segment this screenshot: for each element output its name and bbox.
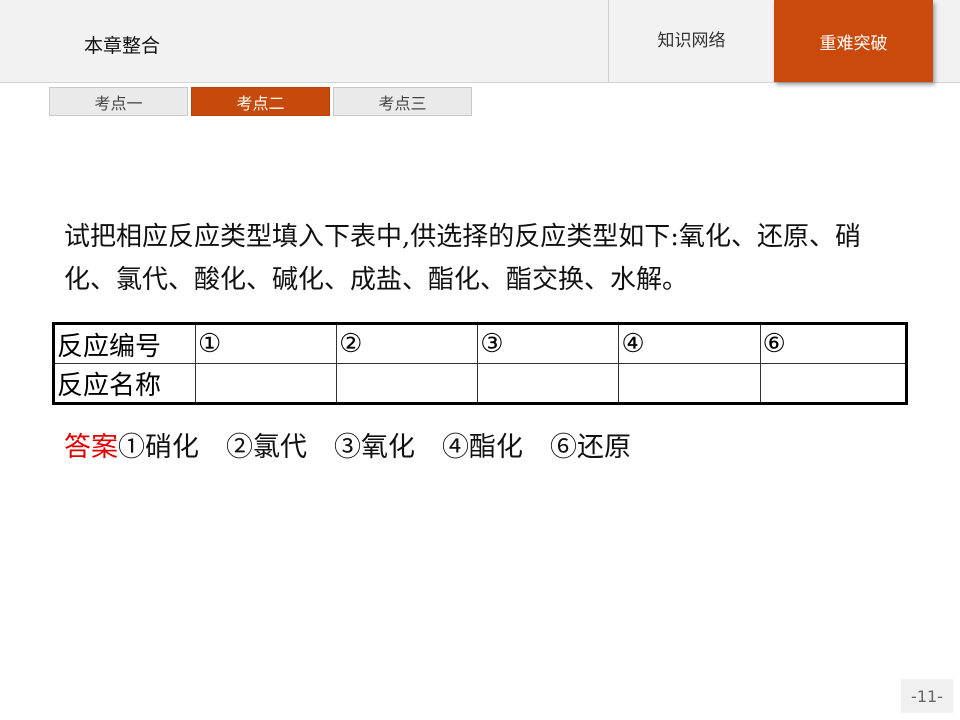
table-cell-name [759,363,907,404]
answer-text: ①硝化 ②氯代 ③氧化 ④酯化 ⑥还原 [118,432,631,463]
reaction-table: 反应编号 ① ② ③ ④ ⑥ 反应名称 [52,322,908,405]
table-row-header: 反应名称 [53,363,196,404]
table-cell-name [618,363,761,404]
chapter-title: 本章整合 [84,35,161,57]
nav-tab-key-difficulties[interactable]: 重难突破 [774,0,933,82]
table-cell-name [477,363,620,404]
page-number: -11- [901,679,953,713]
answer-label: 答案 [64,432,118,463]
table-cell-number: ③ [477,323,620,364]
question-text: 试把相应反应类型填入下表中,供选择的反应类型如下:氧化、还原、硝化、氯代、酸化、… [64,222,862,295]
table-row: 反应名称 [53,363,907,404]
table-cell-number: ⑥ [759,323,907,364]
table-row-header: 反应编号 [53,323,196,364]
table-row: 反应编号 ① ② ③ ④ ⑥ [53,323,907,364]
table-cell-name [194,363,338,404]
subtab-point-2[interactable]: 考点二 [191,87,330,116]
nav-tab-knowledge-network[interactable]: 知识网络 [609,0,774,82]
header-bar: 本章整合 知识网络 重难突破 [0,0,960,83]
table-cell-number: ④ [618,323,761,364]
table-cell-name [336,363,479,404]
table-cell-number: ① [194,323,338,364]
subtab-point-1[interactable]: 考点一 [49,87,188,116]
subtab-point-3[interactable]: 考点三 [333,87,472,116]
answer-block: 答案①硝化 ②氯代 ③氧化 ④酯化 ⑥还原 [64,428,631,468]
table-cell-number: ② [336,323,479,364]
